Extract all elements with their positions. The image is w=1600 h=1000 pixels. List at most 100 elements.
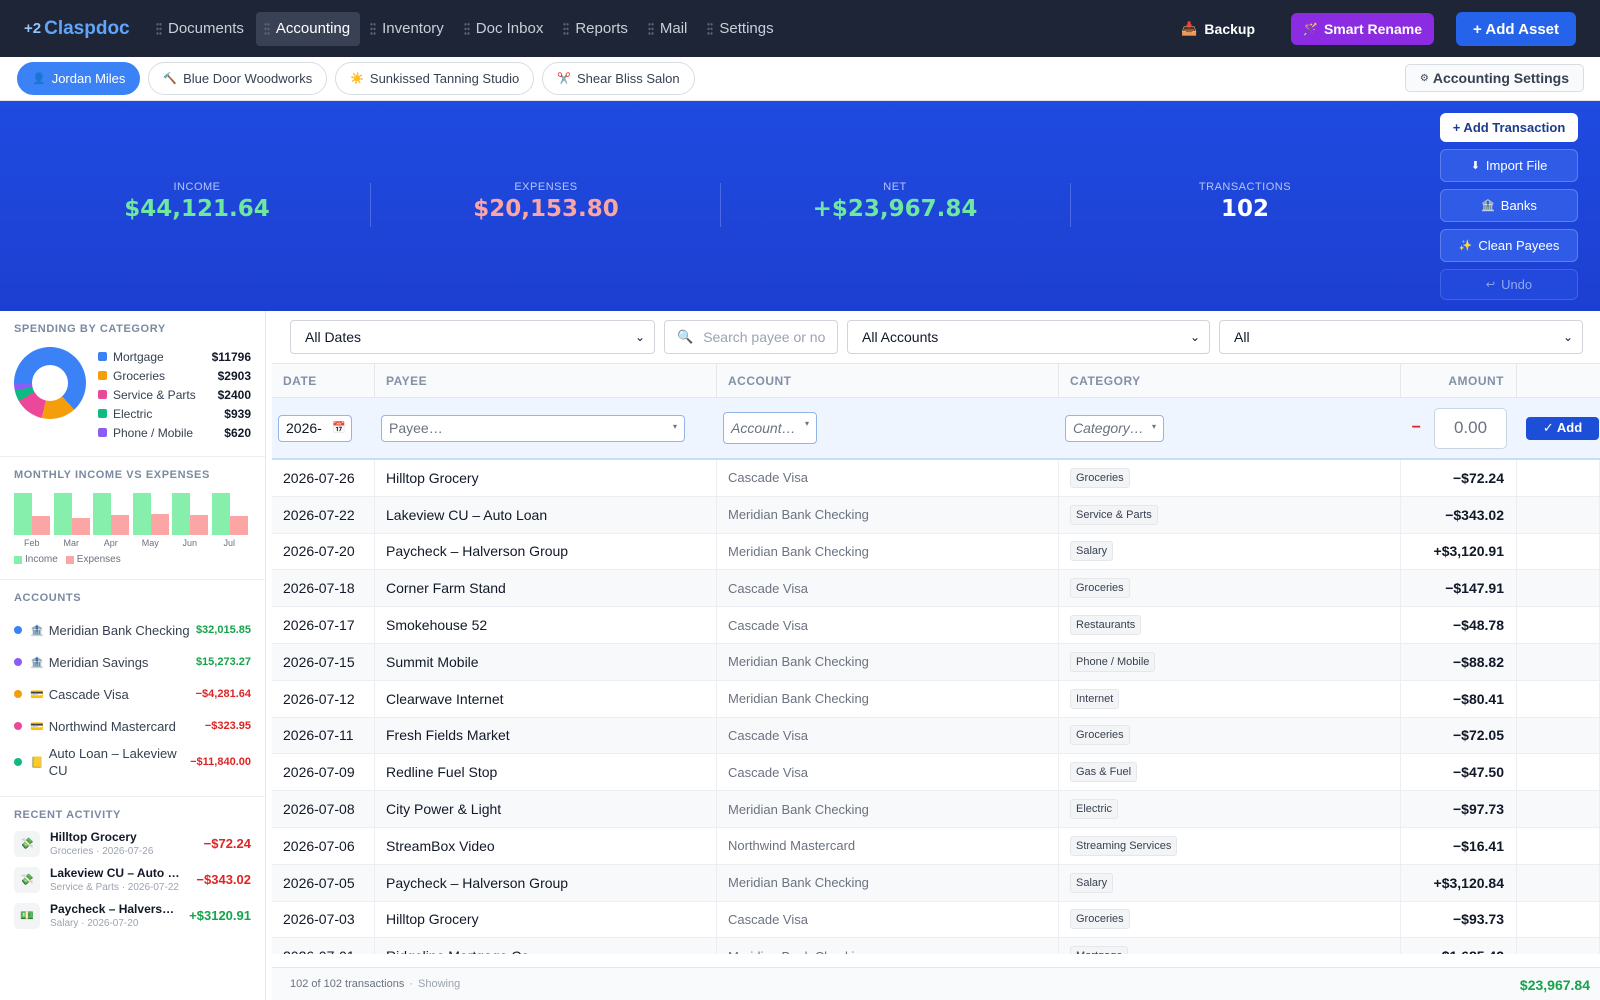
category-badge[interactable]: Groceries: [1070, 578, 1130, 599]
profile-pill[interactable]: 👤 Jordan Miles: [17, 62, 141, 95]
account-item[interactable]: 📒 Auto Loan – Lakeview CU −$11,840.00: [14, 742, 251, 782]
table-row[interactable]: 2026-07-03 Hilltop Grocery Cascade Visa Gro…: [272, 901, 1600, 939]
legend-item: Electric $939: [98, 404, 251, 423]
table-row[interactable]: 2026-07-11 Fresh Fields Market Cascade Vis…: [272, 717, 1600, 755]
month-labels: Feb Mar Apr May Jun Jul: [14, 538, 251, 548]
account-name: Northwind Mastercard: [48, 718, 176, 734]
type-filter-select[interactable]: All ⌄: [1219, 320, 1583, 354]
header-account[interactable]: ACCOUNT: [717, 364, 1059, 397]
category-badge[interactable]: Salary: [1070, 872, 1114, 893]
nav-tab-documents[interactable]: Documents: [148, 12, 254, 46]
account-item[interactable]: 💳 Northwind Mastercard −$323.95: [14, 710, 251, 742]
app-logo[interactable]: +2 Claspdoc: [24, 18, 142, 40]
expenses-value: $20,153.80: [473, 196, 619, 222]
nav-tab-reports[interactable]: Reports: [555, 12, 638, 46]
account-filter-select[interactable]: All Accounts ⌄: [847, 320, 1210, 354]
nav-tab-doc-inbox[interactable]: Doc Inbox: [456, 12, 554, 46]
accounting-settings-button[interactable]: ⚙ Accounting Settings: [1404, 64, 1584, 92]
table-row[interactable]: 2026-07-15 Summit Mobile Meridian Bank Che…: [272, 643, 1600, 681]
calendar-icon[interactable]: 📅: [332, 421, 346, 434]
drag-handle-icon[interactable]: [707, 21, 714, 36]
table-row[interactable]: 2026-07-06 StreamBox Video Northwind Maste…: [272, 827, 1600, 865]
new-amount-input[interactable]: 0.00: [1434, 407, 1507, 449]
drag-handle-icon[interactable]: [647, 21, 654, 36]
table-row[interactable]: 2026-07-26 Hilltop Grocery Cascade Visa Gro…: [272, 460, 1600, 497]
banks-button[interactable]: 🏦 Banks: [1440, 189, 1578, 222]
new-date-input[interactable]: 2026- 📅: [278, 414, 352, 442]
table-row[interactable]: 2026-07-18 Corner Farm Stand Cascade Visa G…: [272, 570, 1600, 608]
table-row[interactable]: 2026-07-08 City Power & Light Meridian Ban…: [272, 791, 1600, 828]
header-amount[interactable]: AMOUNT: [1401, 364, 1517, 397]
add-row-button[interactable]: ✓ Add: [1526, 416, 1599, 440]
table-row[interactable]: 2026-07-20 Paycheck – Halverson Group Meri…: [272, 533, 1600, 571]
table-row[interactable]: 2026-07-09 Redline Fuel Stop Cascade Visa G…: [272, 754, 1600, 792]
smart-rename-button[interactable]: 🪄 Smart Rename: [1291, 13, 1434, 45]
backup-button[interactable]: 📥 Backup: [1181, 21, 1255, 37]
account-item[interactable]: 🏦 Meridian Savings $15,273.27: [14, 646, 251, 678]
table-row[interactable]: 2026-07-17 Smokehouse 52 Cascade Visa Resta…: [272, 607, 1600, 644]
cell-payee: Hilltop Grocery: [375, 901, 717, 938]
add-transaction-button[interactable]: + Add Transaction: [1440, 113, 1578, 142]
recent-payee: Lakeview CU – Auto …: [50, 866, 180, 880]
nav-tab-settings[interactable]: Settings: [699, 12, 783, 46]
profile-pill[interactable]: ✂️ Shear Bliss Salon: [542, 62, 695, 95]
drag-handle-icon[interactable]: [263, 21, 270, 36]
nav-tab-inventory[interactable]: Inventory: [362, 12, 454, 46]
category-badge[interactable]: Electric: [1070, 799, 1119, 820]
cell-amount: +$3,120.91: [1401, 533, 1517, 570]
clean-payees-button[interactable]: ✨ Clean Payees: [1440, 229, 1578, 262]
add-asset-button[interactable]: + Add Asset: [1456, 12, 1576, 46]
cell-amount: −$97.73: [1401, 791, 1517, 827]
amount-sign-toggle[interactable]: −: [1412, 419, 1421, 437]
category-badge[interactable]: Groceries: [1070, 725, 1130, 746]
cell-account: Northwind Mastercard: [717, 827, 1059, 864]
recent-activity-item[interactable]: 💵 Paycheck – Halvers… Salary · 2026-07-20 +…: [14, 902, 251, 929]
category-badge[interactable]: Internet: [1070, 688, 1120, 709]
category-badge[interactable]: Gas & Fuel: [1070, 762, 1138, 783]
account-item[interactable]: 🏦 Meridian Bank Checking $32,015.85: [14, 614, 251, 646]
legend-item: Service & Parts $2400: [98, 385, 251, 404]
new-payee-input[interactable]: Payee… ▾: [381, 414, 685, 442]
search-input[interactable]: 🔍 Search payee or note: [664, 320, 838, 354]
category-badge[interactable]: Phone / Mobile: [1070, 651, 1156, 672]
table-row[interactable]: 2026-07-01Ridgeline Mortgage Co.Meridian…: [272, 938, 1600, 954]
month-bar-group: [93, 493, 133, 535]
table-row[interactable]: 2026-07-05 Paycheck – Halverson Group Meri…: [272, 864, 1600, 902]
category-badge[interactable]: Streaming Services: [1070, 835, 1178, 856]
category-badge[interactable]: Mortgage: [1070, 946, 1129, 954]
drag-handle-icon[interactable]: [463, 21, 470, 36]
undo-button[interactable]: ↩ Undo: [1440, 269, 1578, 300]
date-filter-select[interactable]: All Dates ⌄: [290, 320, 655, 354]
category-badge[interactable]: Groceries: [1070, 467, 1130, 488]
table-row[interactable]: 2026-07-12 Clearwave Internet Meridian Ban…: [272, 680, 1600, 718]
drag-handle-icon[interactable]: [563, 21, 570, 36]
table-row[interactable]: 2026-07-22 Lakeview CU – Auto Loan Meridia…: [272, 496, 1600, 534]
profile-pill[interactable]: ☀️ Sunkissed Tanning Studio: [335, 62, 535, 95]
category-badge[interactable]: Salary: [1070, 541, 1114, 562]
recent-meta: Service & Parts · 2026-07-22: [50, 882, 179, 893]
drag-handle-icon[interactable]: [370, 21, 377, 36]
category-badge[interactable]: Restaurants: [1070, 615, 1142, 636]
header-category[interactable]: CATEGORY: [1059, 364, 1401, 397]
header-payee[interactable]: PAYEE: [375, 364, 717, 397]
recent-activity-item[interactable]: 💸 Lakeview CU – Auto … Service & Parts · 2…: [14, 866, 251, 893]
profile-pill[interactable]: 🔨 Blue Door Woodworks: [148, 62, 328, 95]
month-label: Feb: [23, 538, 40, 548]
recent-activity-item[interactable]: 💸 Hilltop Grocery Groceries · 2026-07-26 −$…: [14, 830, 251, 857]
cell-category: Groceries: [1059, 570, 1401, 607]
nav-tab-mail[interactable]: Mail: [640, 12, 698, 46]
new-category-input[interactable]: Category… ▾: [1065, 414, 1164, 442]
cell-payee: StreamBox Video: [375, 827, 717, 864]
account-item[interactable]: 💳 Cascade Visa −$4,281.64: [14, 678, 251, 710]
footer-separator: ·: [409, 978, 414, 990]
category-badge[interactable]: Service & Parts: [1070, 504, 1158, 525]
header-date[interactable]: DATE: [272, 364, 375, 397]
cell-payee: Lakeview CU – Auto Loan: [375, 496, 717, 533]
profile-label: Jordan Miles: [51, 71, 126, 86]
new-account-input[interactable]: Account… ▾: [723, 412, 817, 444]
category-badge[interactable]: Groceries: [1070, 909, 1130, 930]
nav-tab-accounting[interactable]: Accounting: [255, 11, 361, 46]
drag-handle-icon[interactable]: [156, 21, 162, 36]
legend-swatch: [98, 390, 107, 399]
import-file-button[interactable]: ⬇ Import File: [1440, 149, 1578, 182]
